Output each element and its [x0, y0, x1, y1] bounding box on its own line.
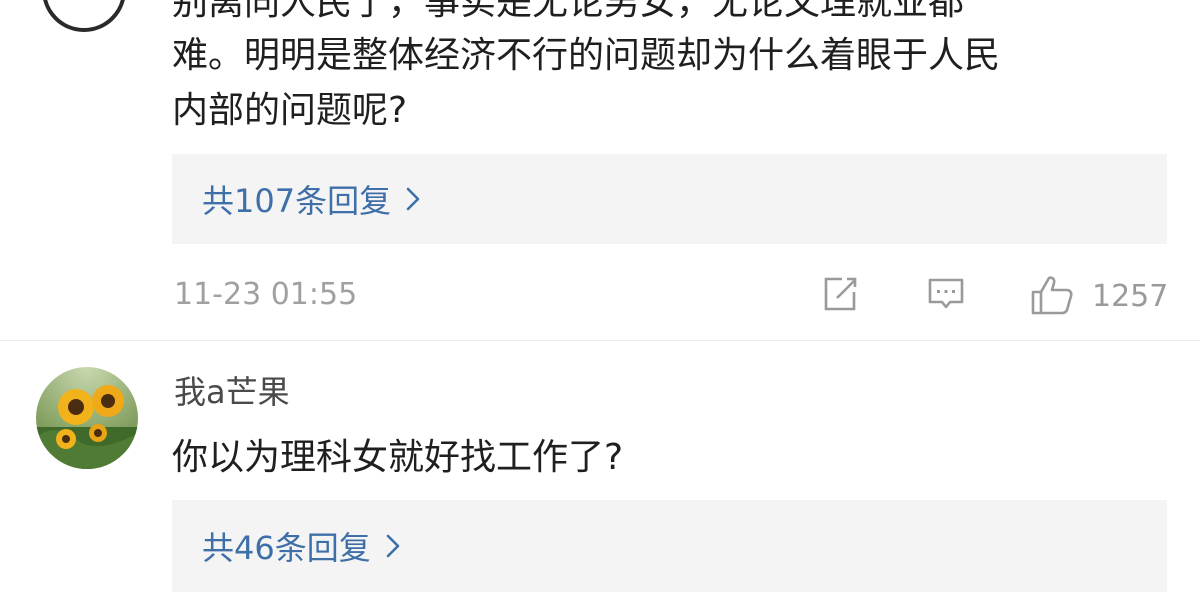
view-replies-link[interactable]: 共46条回复: [202, 500, 401, 592]
share-icon: [820, 274, 860, 318]
comment-icon: [926, 274, 966, 318]
divider: [0, 340, 1200, 341]
share-button[interactable]: [820, 274, 860, 318]
chevron-right-icon: [385, 533, 401, 559]
avatar[interactable]: [42, 0, 126, 32]
comment-button[interactable]: [926, 274, 966, 318]
replies-label: 共107条回复: [202, 182, 392, 220]
timestamp: 11-23 01:55: [174, 277, 358, 312]
replies-panel: 共107条回复: [172, 154, 1167, 244]
comment-text: 你以为理科女就好找工作了?: [172, 437, 624, 478]
like-button[interactable]: 1257: [1030, 274, 1168, 320]
chevron-right-icon: [405, 186, 421, 212]
comment-text-line: 难。明明是整体经济不行的问题却为什么着眼于人民: [172, 35, 1001, 76]
comment-text-line: 内部的问题呢?: [172, 90, 408, 131]
username[interactable]: 我a芒果: [174, 372, 290, 412]
replies-panel: 共46条回复: [172, 500, 1167, 592]
comment-text-line: 别离同人民了，事实是无论男女，无论文理就业都: [172, 0, 965, 23]
avatar[interactable]: [36, 367, 138, 469]
like-count: 1257: [1092, 279, 1169, 314]
like-icon: [1030, 274, 1074, 320]
view-replies-link[interactable]: 共107条回复: [202, 154, 421, 244]
replies-label: 共46条回复: [202, 529, 371, 567]
